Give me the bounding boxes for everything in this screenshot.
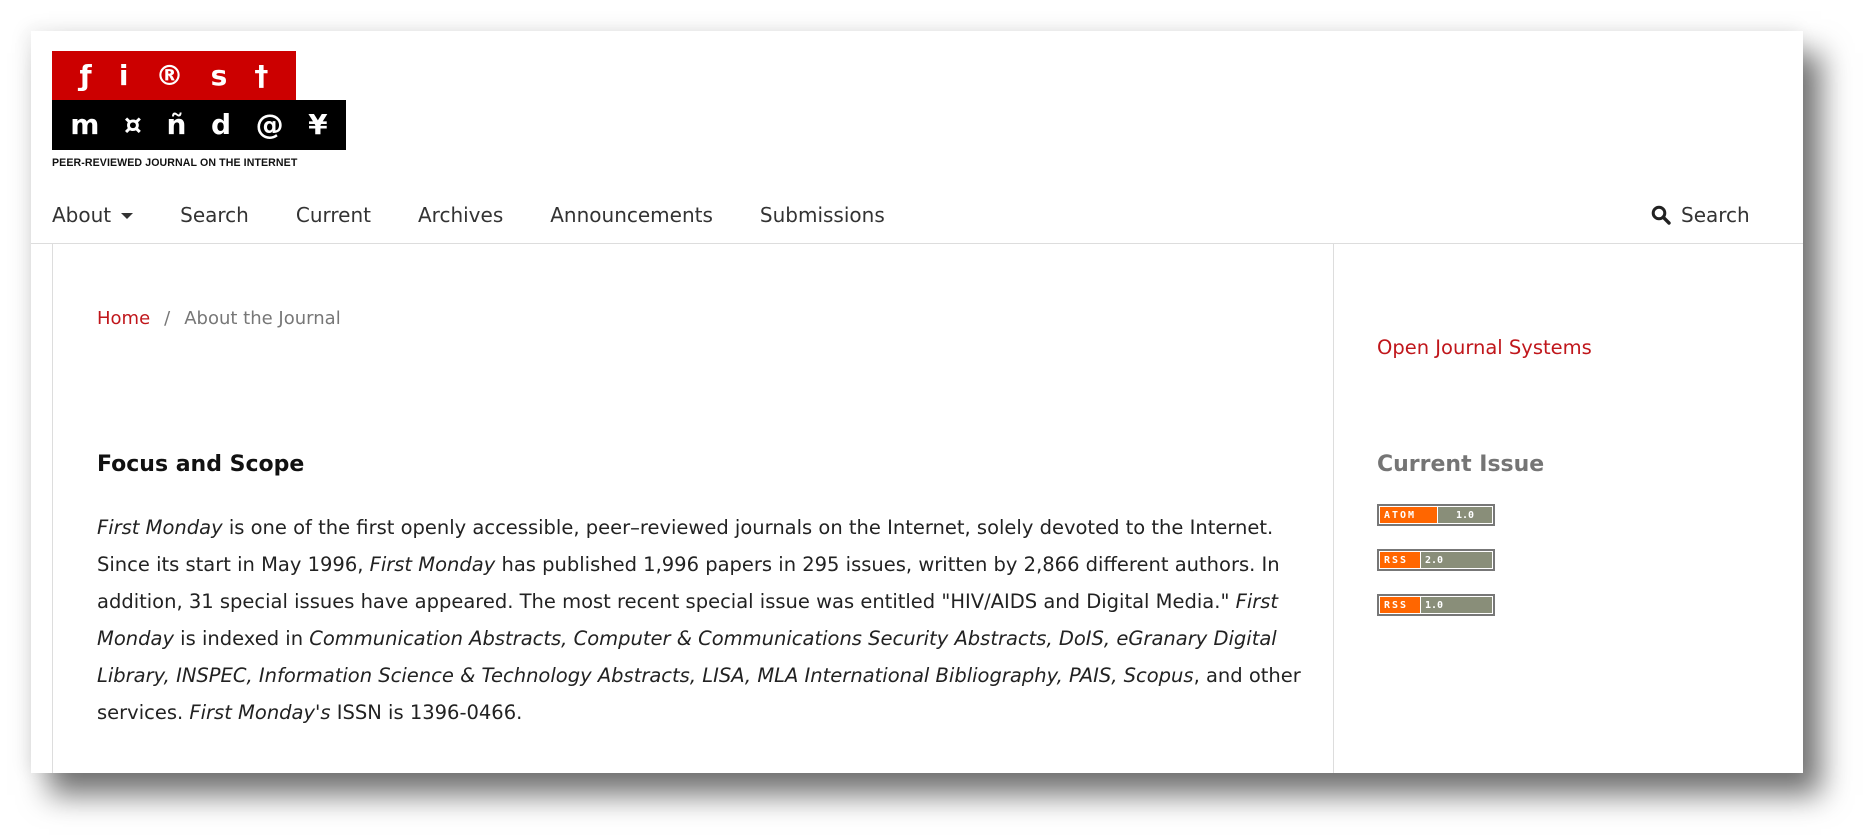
search-label: Search bbox=[1681, 203, 1750, 227]
nav-item-about[interactable]: About bbox=[52, 203, 134, 227]
feed-type: RSS bbox=[1380, 552, 1420, 568]
ojs-link[interactable]: Open Journal Systems bbox=[1377, 336, 1592, 359]
nav-item-submissions[interactable]: Submissions bbox=[760, 203, 885, 227]
italic-text-run: First Monday bbox=[369, 553, 496, 576]
nav-item-current[interactable]: Current bbox=[296, 203, 371, 227]
logo-top-band: ƒ i ® s † bbox=[52, 51, 296, 100]
search-icon bbox=[1651, 205, 1671, 225]
text-run: is indexed in bbox=[173, 627, 310, 650]
nav-item-label: Submissions bbox=[759, 203, 885, 227]
journal-logo[interactable]: ƒ i ® s † m ¤ ñ d @ ¥ PEER-REVIEWED JOUR… bbox=[52, 51, 348, 171]
logo-bottom-band: m ¤ ñ d @ ¥ bbox=[52, 100, 346, 150]
primary-nav: About Search Current Archives Announceme… bbox=[52, 199, 932, 231]
logo-glyph: ñ bbox=[166, 108, 187, 141]
breadcrumb: Home / About the Journal bbox=[97, 308, 341, 329]
logo-glyph: @ bbox=[255, 108, 284, 141]
content-left-border bbox=[52, 244, 53, 773]
rss2-feed-badge[interactable]: RSS 2.0 bbox=[1377, 549, 1495, 571]
italic-text-run: First Monday's bbox=[189, 701, 331, 724]
nav-item-label: Announcements bbox=[550, 203, 713, 227]
sidebar-divider bbox=[1333, 244, 1334, 773]
text-run: ISSN is 1396-0466. bbox=[330, 701, 523, 724]
logo-glyph: m bbox=[70, 108, 100, 141]
logo-tagline: PEER-REVIEWED JOURNAL ON THE INTERNET bbox=[52, 157, 298, 169]
current-issue-title: Current Issue bbox=[1377, 452, 1545, 477]
feed-version: 1.0 bbox=[1437, 507, 1492, 523]
focus-scope-paragraph: First Monday is one of the first openly … bbox=[97, 509, 1312, 731]
nav-item-label: Current bbox=[295, 203, 371, 227]
rss1-feed-badge[interactable]: RSS 1.0 bbox=[1377, 594, 1495, 616]
breadcrumb-separator: / bbox=[164, 308, 171, 329]
logo-glyph: ® bbox=[155, 58, 184, 92]
nav-item-announcements[interactable]: Announcements bbox=[550, 203, 713, 227]
feed-type: ATOM bbox=[1380, 507, 1437, 523]
caret-down-icon bbox=[121, 213, 134, 219]
logo-glyph: i bbox=[118, 58, 129, 92]
section-title: Focus and Scope bbox=[97, 452, 305, 477]
nav-item-search[interactable]: Search bbox=[180, 203, 249, 227]
logo-glyph: † bbox=[254, 58, 269, 92]
feed-version: 2.0 bbox=[1420, 552, 1492, 568]
page-container: ƒ i ® s † m ¤ ñ d @ ¥ PEER-REVIEWED JOUR… bbox=[31, 31, 1803, 773]
nav-item-label: About bbox=[52, 203, 112, 227]
feed-version: 1.0 bbox=[1420, 597, 1492, 613]
logo-glyph: ¥ bbox=[308, 108, 328, 141]
nav-item-label: Search bbox=[180, 203, 249, 227]
breadcrumb-current: About the Journal bbox=[184, 308, 341, 329]
breadcrumb-home-link[interactable]: Home bbox=[97, 308, 150, 329]
italic-text-run: First Monday bbox=[97, 516, 223, 539]
feed-type: RSS bbox=[1380, 597, 1420, 613]
nav-item-label: Archives bbox=[417, 203, 504, 227]
header-divider bbox=[31, 243, 1803, 244]
logo-glyph: ƒ bbox=[79, 58, 92, 92]
logo-glyph: s bbox=[210, 58, 228, 92]
logo-glyph: ¤ bbox=[124, 108, 142, 141]
logo-glyph: d bbox=[210, 108, 232, 141]
header-search-link[interactable]: Search bbox=[1651, 199, 1750, 231]
nav-item-archives[interactable]: Archives bbox=[418, 203, 503, 227]
atom-feed-badge[interactable]: ATOM 1.0 bbox=[1377, 504, 1495, 526]
